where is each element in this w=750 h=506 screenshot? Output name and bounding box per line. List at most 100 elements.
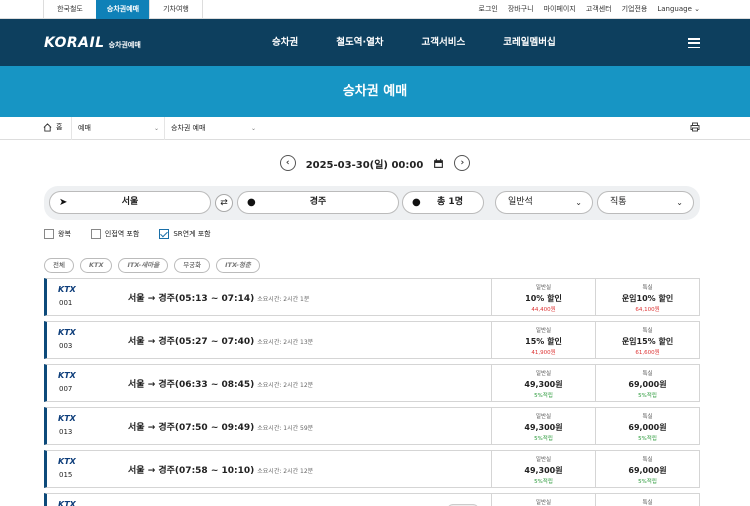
fare-note: 41,900원 — [531, 350, 556, 356]
fare-class: 일반실 — [535, 414, 552, 420]
fare-price: 69,000원 — [628, 423, 667, 432]
breadcrumb-level1-select[interactable]: 예매 ⌄ — [71, 117, 163, 140]
general-fare-button[interactable]: 일반실 49,300원 5%적립 — [491, 365, 595, 401]
breadcrumb-level1-label: 예매 — [78, 124, 91, 132]
chevron-down-icon: ⌄ — [153, 125, 159, 132]
language-label: Language — [657, 5, 692, 13]
origin-field[interactable]: ➤ 서울 — [49, 191, 211, 214]
home-icon — [43, 122, 52, 132]
train-number: 003 — [59, 342, 73, 350]
ktx-logo: KTX — [58, 500, 76, 506]
prev-date-button[interactable]: ‹ — [279, 155, 296, 171]
train-row[interactable]: KTX 013 서울 → 경주(07:50 ~ 09:49) 소요시간: 1시간 59… — [44, 407, 700, 445]
fare-note: 5%적립 — [638, 393, 657, 399]
global-nav: 승차권 철도역·열차 고객서비스 코레일멤버십 — [272, 19, 594, 66]
ktx-logo: KTX — [58, 414, 76, 423]
swap-stations-button[interactable]: ⇄ — [215, 194, 233, 212]
train-row[interactable]: KTX 015 서울 → 경주(07:58 ~ 10:10) 소요시간: 2시간 12… — [44, 450, 700, 488]
fare-class: 특실 — [642, 328, 653, 334]
travel-duration: 소요시간: 2시간 12분 — [257, 468, 314, 475]
filter-mugunghwa[interactable]: 무궁화 — [174, 257, 211, 273]
hamburger-menu-icon[interactable] — [688, 38, 700, 48]
print-icon[interactable] — [690, 122, 700, 132]
general-fare-button[interactable]: 일반실 49,300원 5%적립 — [491, 408, 595, 444]
tab-korail[interactable]: 한국철도 — [43, 0, 97, 19]
nearby-station-checkbox[interactable]: 인접역 포함 — [90, 229, 139, 239]
train-row[interactable]: KTX 007 서울 → 경주(06:33 ~ 08:45) 소요시간: 2시간 12… — [44, 364, 700, 402]
travel-duration: 소요시간: 1시간 59분 — [257, 425, 314, 432]
ktx-logo: KTX — [58, 371, 76, 380]
passenger-value: 총 1명 — [437, 197, 463, 207]
filter-itx-cheongchun[interactable]: ITX-청춘 — [216, 257, 260, 273]
train-route: 서울 → 경주(05:13 ~ 07:14) 소요시간: 2시간 1분 — [128, 291, 309, 304]
fare-class: 특실 — [642, 500, 653, 506]
fare-class: 일반실 — [535, 328, 552, 334]
nav-membership[interactable]: 코레일멤버십 — [503, 19, 555, 66]
train-route: 서울 → 경주(07:50 ~ 09:49) 소요시간: 1시간 59분 — [128, 420, 313, 433]
roundtrip-checkbox[interactable]: 왕복 — [44, 229, 71, 239]
nav-ticket[interactable]: 승차권 — [272, 19, 298, 66]
passenger-field[interactable]: ● 총 1명 — [402, 191, 484, 214]
general-fare-button[interactable]: 일반실 10% 할인 44,400원 — [491, 279, 595, 315]
travel-duration: 소요시간: 2시간 12분 — [257, 382, 314, 389]
filter-ktx[interactable]: KTX — [79, 257, 113, 273]
page-title: 승차권 예매 — [0, 66, 750, 117]
logo-subtitle: 승차권예매 — [108, 41, 141, 49]
search-bar: ➤ 서울 ⇄ ● 경주 ● 총 1명 일반석 ⌄ 직통 ⌄ — [44, 186, 700, 220]
route-time: 서울 → 경주(05:13 ~ 07:14) — [128, 294, 255, 304]
special-fare-button[interactable]: 특실 69,000원 5%적립 — [595, 408, 699, 444]
language-select[interactable]: Language ⌄ — [657, 0, 700, 19]
train-row[interactable]: KTX서울 → 경주(08:12 ~ 10:57)소요시간: 2시간 45분수원… — [44, 493, 700, 506]
ktx-logo: KTX — [58, 457, 76, 466]
fare-price: 69,000원 — [628, 380, 667, 389]
fare-note: 44,400원 — [531, 307, 556, 313]
logo-brand: KORAIL — [44, 35, 105, 51]
route-type-select[interactable]: 직통 ⌄ — [597, 191, 694, 214]
general-fare-button[interactable]: 일반실 49,300원 5%적립 — [491, 451, 595, 487]
destination-field[interactable]: ● 경주 — [237, 191, 399, 214]
travel-duration: 소요시간: 2시간 1분 — [257, 296, 310, 303]
selected-date[interactable]: 2025-03-30(일) 00:00 — [306, 156, 424, 171]
filter-itx-saemaeul[interactable]: ITX-새마을 — [118, 257, 169, 273]
route-time: 서울 → 경주(05:27 ~ 07:40) — [128, 337, 255, 347]
fare-price: 69,000원 — [628, 466, 667, 475]
chevron-down-icon: ⌄ — [250, 125, 256, 132]
login-link[interactable]: 로그인 — [479, 0, 498, 19]
breadcrumb-level2-select[interactable]: 승차권 예매 ⌄ — [164, 117, 260, 140]
mypage-link[interactable]: 마이페이지 — [544, 0, 576, 19]
customer-center-link[interactable]: 고객센터 — [586, 0, 612, 19]
nav-customer-service[interactable]: 고객서비스 — [422, 19, 466, 66]
next-date-button[interactable]: › — [454, 155, 471, 171]
breadcrumb-level2-label: 승차권 예매 — [171, 124, 206, 132]
business-link[interactable]: 기업전용 — [622, 0, 648, 19]
fare-note: 5%적립 — [534, 393, 553, 399]
train-type-filters: 전체 KTX ITX-새마을 무궁화 ITX-청춘 — [44, 253, 750, 277]
general-fare-button[interactable]: 일반실39,600원 — [491, 494, 595, 506]
special-fare-button[interactable]: 특실 운임10% 할인 64,100원 — [595, 279, 699, 315]
special-fare-button[interactable]: 특실55,400원 — [595, 494, 699, 506]
special-fare-button[interactable]: 특실 운임15% 할인 61,600원 — [595, 322, 699, 358]
train-route: 서울 → 경주(07:58 ~ 10:10) 소요시간: 2시간 12분 — [128, 463, 313, 476]
special-fare-button[interactable]: 특실 69,000원 5%적립 — [595, 365, 699, 401]
train-route: 서울 → 경주(05:27 ~ 07:40) 소요시간: 2시간 13분 — [128, 334, 313, 347]
utility-links: 로그인 장바구니 마이페이지 고객센터 기업전용 Language ⌄ — [479, 0, 700, 19]
train-row[interactable]: KTX 003 서울 → 경주(05:27 ~ 07:40) 소요시간: 2시간 13… — [44, 321, 700, 359]
calendar-icon[interactable] — [433, 158, 444, 169]
cart-link[interactable]: 장바구니 — [508, 0, 534, 19]
sr-link-label: SR연계 포함 — [173, 230, 211, 238]
breadcrumb-home[interactable]: 홈 — [43, 122, 62, 132]
route-type-value: 직통 — [610, 197, 627, 207]
checkbox-box — [44, 229, 54, 239]
sr-link-checkbox[interactable]: SR연계 포함 — [159, 229, 211, 239]
nav-station-train[interactable]: 철도역·열차 — [336, 19, 383, 66]
korail-logo[interactable]: KORAIL 승차권예매 — [44, 35, 141, 51]
train-row[interactable]: KTX 001 서울 → 경주(05:13 ~ 07:14) 소요시간: 2시간 1분… — [44, 278, 700, 316]
tab-train-travel[interactable]: 기차여행 — [149, 0, 203, 19]
travel-duration: 소요시간: 2시간 13분 — [257, 339, 314, 346]
fare-note: 5%적립 — [534, 479, 553, 485]
seat-class-select[interactable]: 일반석 ⌄ — [495, 191, 593, 214]
special-fare-button[interactable]: 특실 69,000원 5%적립 — [595, 451, 699, 487]
general-fare-button[interactable]: 일반실 15% 할인 41,900원 — [491, 322, 595, 358]
filter-all[interactable]: 전체 — [44, 257, 74, 273]
tab-ticket-reservation[interactable]: 승차권예매 — [96, 0, 150, 19]
